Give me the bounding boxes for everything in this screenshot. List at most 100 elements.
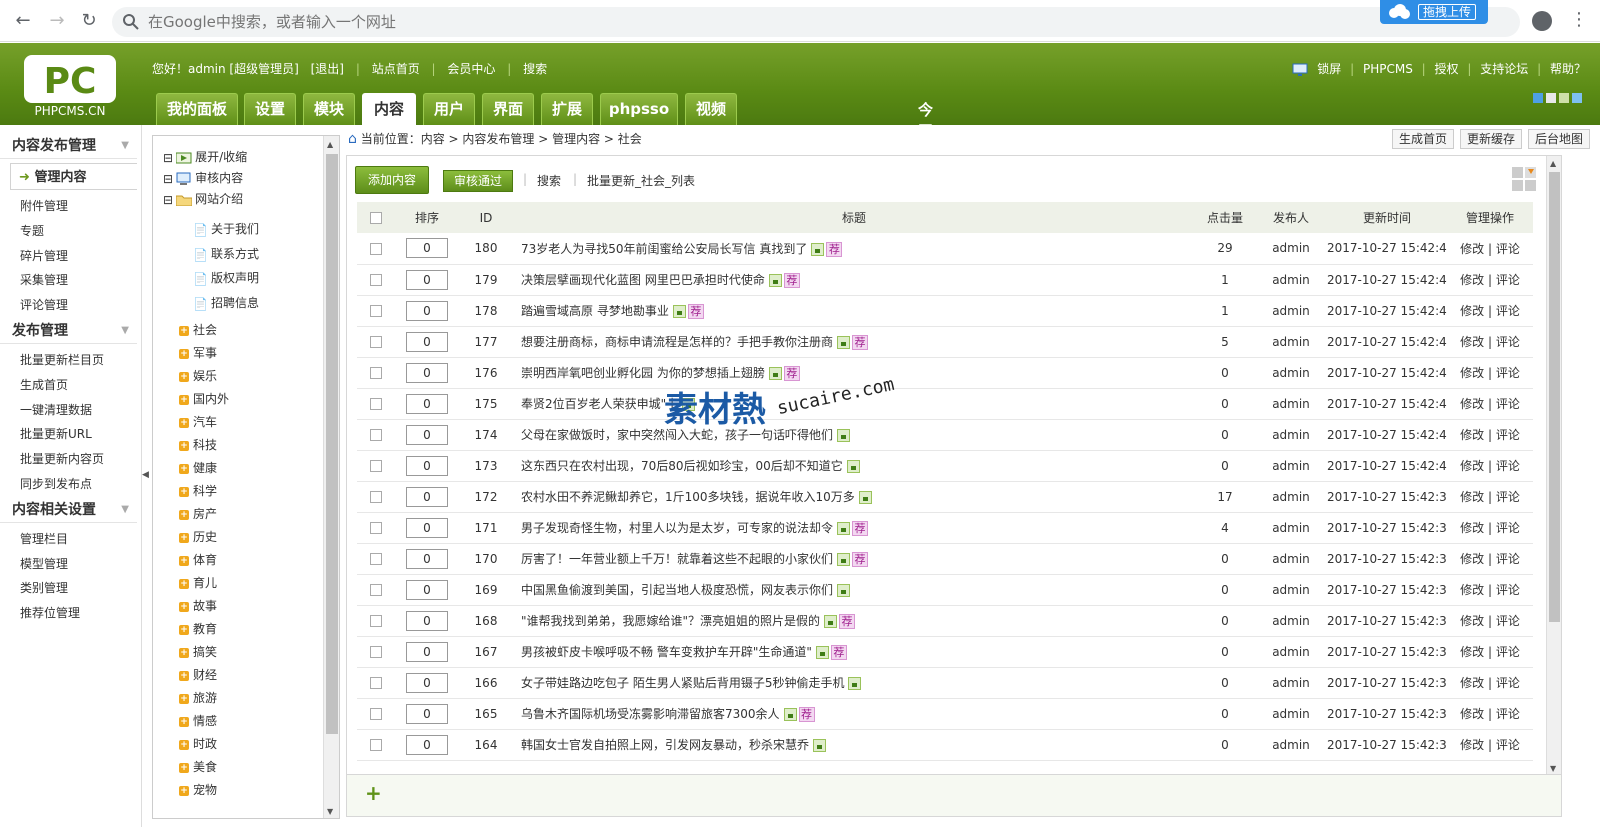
sidebar-collapse-icon[interactable]: ◀ <box>142 470 150 480</box>
tab-content[interactable]: 内容 <box>362 93 416 125</box>
address-input[interactable] <box>148 11 1248 33</box>
tree-intro[interactable]: ⊟ 网站介绍 <box>163 188 243 210</box>
row-title-link[interactable]: 父母在家做饭时，家中突然闯入大蛇，孩子一句话吓得他们 <box>521 428 833 442</box>
row-title-link[interactable]: 奉贤2位百岁老人荣获申城"十 <box>521 397 678 411</box>
order-input[interactable]: 0 <box>406 455 448 476</box>
row-ops[interactable]: 修改 | 评论 <box>1447 388 1533 419</box>
order-input[interactable]: 0 <box>406 300 448 321</box>
nav-item-sync[interactable]: 同步到发布点 <box>0 472 141 497</box>
row-checkbox[interactable] <box>357 605 395 636</box>
order-input[interactable]: 0 <box>406 703 448 724</box>
nav-item-positions[interactable]: 推荐位管理 <box>0 601 141 626</box>
account-icon[interactable] <box>1532 11 1552 31</box>
tree-category[interactable]: + 情感 <box>179 710 217 732</box>
theme-green-icon[interactable] <box>1559 93 1569 103</box>
theme-sky-icon[interactable] <box>1572 93 1582 103</box>
tab-interface[interactable]: 界面 <box>482 93 534 125</box>
order-input[interactable]: 0 <box>406 424 448 445</box>
content-scrollbar[interactable]: ▲ ▼ <box>1546 156 1561 776</box>
member-center-link[interactable]: 会员中心 <box>447 62 495 76</box>
tree-category[interactable]: + 时政 <box>179 733 217 755</box>
row-ops[interactable]: 修改 | 评论 <box>1447 698 1533 729</box>
nav-item-batch-category[interactable]: 批量更新栏目页 <box>0 348 141 373</box>
upload-badge[interactable]: 拖拽上传 <box>1380 0 1488 24</box>
select-all-checkbox[interactable] <box>357 202 395 233</box>
nav-item-comments[interactable]: 评论管理 <box>0 293 141 318</box>
row-ops[interactable]: 修改 | 评论 <box>1447 481 1533 512</box>
tree-category[interactable]: + 科技 <box>179 434 217 456</box>
nav-item-types[interactable]: 类别管理 <box>0 576 141 601</box>
order-input[interactable]: 0 <box>406 610 448 631</box>
order-input[interactable]: 0 <box>406 517 448 538</box>
tab-settings[interactable]: 设置 <box>244 93 296 125</box>
tree-page-jobs[interactable]: 📄 招聘信息 <box>193 292 259 314</box>
nav-item-fragments[interactable]: 碎片管理 <box>0 244 141 269</box>
row-title-link[interactable]: 73岁老人为寻找50年前闺蜜给公安局长写信 真找到了 <box>521 242 807 256</box>
nav-item-manage-content[interactable]: ➜ 管理内容 <box>10 163 137 190</box>
scroll-up-icon[interactable]: ▲ <box>327 140 333 149</box>
row-ops[interactable]: 修改 | 评论 <box>1447 264 1533 295</box>
row-title-link[interactable]: 男子发现奇怪生物，村里人以为是太岁，可专家的说法却令 <box>521 521 833 535</box>
tree-category[interactable]: + 军事 <box>179 342 217 364</box>
row-checkbox[interactable] <box>357 481 395 512</box>
row-ops[interactable]: 修改 | 评论 <box>1447 543 1533 574</box>
nav-item-special[interactable]: 专题 <box>0 219 141 244</box>
theme-blue-icon[interactable] <box>1533 93 1543 103</box>
more-icon[interactable]: ⋮ <box>1570 9 1588 33</box>
tab-users[interactable]: 用户 <box>423 93 475 125</box>
row-checkbox[interactable] <box>357 698 395 729</box>
row-title-link[interactable]: 中国黑鱼偷渡到美国，引起当地人极度恐慌，网友表示你们 <box>521 583 833 597</box>
tree-category[interactable]: + 故事 <box>179 595 217 617</box>
tab-video[interactable]: 视频 <box>685 93 737 125</box>
row-checkbox[interactable] <box>357 295 395 326</box>
tree-category[interactable]: + 科学 <box>179 480 217 502</box>
row-checkbox[interactable] <box>357 636 395 667</box>
row-title-link[interactable]: 乌鲁木齐国际机场受冻雾影响滞留旅客7300余人 <box>521 707 780 721</box>
order-input[interactable]: 0 <box>406 238 448 259</box>
row-ops[interactable]: 修改 | 评论 <box>1447 667 1533 698</box>
sitemap-button[interactable]: 后台地图 <box>1527 129 1590 149</box>
tree-page-copyright[interactable]: 📄 版权声明 <box>193 267 259 289</box>
tree-category[interactable]: + 教育 <box>179 618 217 640</box>
row-checkbox[interactable] <box>357 388 395 419</box>
order-input[interactable]: 0 <box>406 548 448 569</box>
tab-phpsso[interactable]: phpsso <box>600 93 678 125</box>
tree-category[interactable]: + 房产 <box>179 503 217 525</box>
nav-item-clean-data[interactable]: 一键清理数据 <box>0 398 141 423</box>
tree-category[interactable]: + 财经 <box>179 664 217 686</box>
tree-page-about[interactable]: 📄 关于我们 <box>193 218 259 240</box>
nav-group-content-settings[interactable]: 内容相关设置 ▼ <box>0 497 137 523</box>
row-title-link[interactable]: 男孩被虾皮卡喉呼吸不畅 警车变救护车开辟"生命通道" <box>521 645 812 659</box>
plus-icon[interactable]: + <box>365 781 382 805</box>
row-checkbox[interactable] <box>357 233 395 264</box>
tree-category[interactable]: + 娱乐 <box>179 365 217 387</box>
row-ops[interactable]: 修改 | 评论 <box>1447 574 1533 605</box>
tree-audit[interactable]: ⊟ 审核内容 <box>163 167 243 189</box>
tree-category[interactable]: + 社会 <box>179 319 217 341</box>
add-content-button[interactable]: 添加内容 <box>355 166 429 194</box>
nav-item-gen-home[interactable]: 生成首页 <box>0 373 141 398</box>
row-checkbox[interactable] <box>357 450 395 481</box>
header-search-link[interactable]: 搜索 <box>523 62 547 76</box>
nav-item-batch-url[interactable]: 批量更新URL <box>0 422 141 447</box>
row-checkbox[interactable] <box>357 326 395 357</box>
row-title-link[interactable]: "谁帮我找到弟弟，我愿嫁给谁"？漂亮姐姐的照片是假的 <box>521 614 820 628</box>
order-input[interactable]: 0 <box>406 393 448 414</box>
forward-icon[interactable]: → <box>46 10 68 32</box>
order-input[interactable]: 0 <box>406 331 448 352</box>
order-input[interactable]: 0 <box>406 672 448 693</box>
row-checkbox[interactable] <box>357 667 395 698</box>
row-ops[interactable]: 修改 | 评论 <box>1447 295 1533 326</box>
row-title-link[interactable]: 崇明西岸氧吧创业孵化园 为你的梦想插上翅膀 <box>521 366 765 380</box>
row-checkbox[interactable] <box>357 264 395 295</box>
site-home-link[interactable]: 站点首页 <box>372 62 420 76</box>
tree-category[interactable]: + 体育 <box>179 549 217 571</box>
gen-home-button[interactable]: 生成首页 <box>1391 129 1454 149</box>
row-checkbox[interactable] <box>357 574 395 605</box>
row-title-link[interactable]: 农村水田不养泥鳅却养它，1斤100多块钱，据说年收入10万多 <box>521 490 855 504</box>
row-ops[interactable]: 修改 | 评论 <box>1447 729 1533 760</box>
row-checkbox[interactable] <box>357 729 395 760</box>
tab-extend[interactable]: 扩展 <box>541 93 593 125</box>
batch-update-link[interactable]: 批量更新_社会_列表 <box>587 172 695 189</box>
row-title-link[interactable]: 想要注册商标，商标申请流程是怎样的？手把手教你注册商 <box>521 335 833 349</box>
